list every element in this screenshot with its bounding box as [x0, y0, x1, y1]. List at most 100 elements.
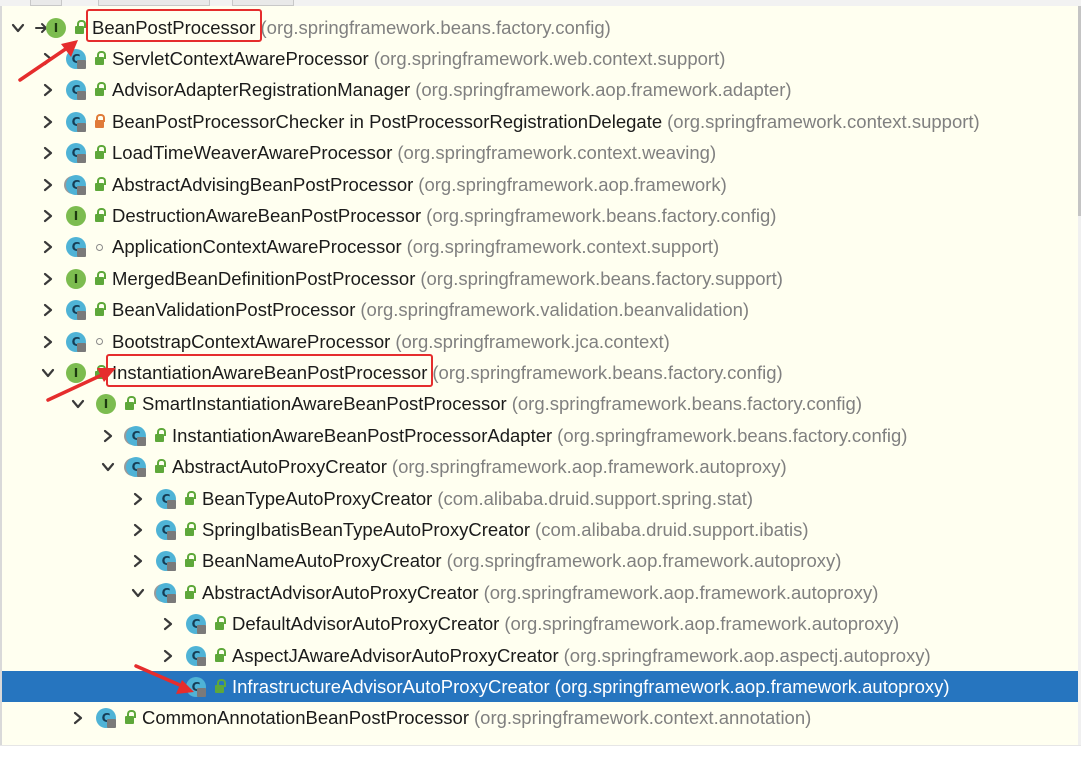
tree-row[interactable]: C AdvisorAdapterRegistrationManager (org.s… — [2, 75, 1078, 106]
chevron-down-icon[interactable] — [128, 583, 148, 603]
chevron-right-icon[interactable] — [38, 143, 58, 163]
class-icon: C — [64, 330, 90, 354]
class-name: MergedBeanDefinitionPostProcessor — [112, 267, 416, 289]
public-visibility-icon — [92, 302, 106, 318]
public-visibility-icon — [152, 459, 166, 475]
public-visibility-icon — [92, 207, 106, 224]
chevron-right-icon[interactable] — [38, 300, 58, 320]
interface-icon: I — [64, 204, 90, 228]
tree-row[interactable]: C BeanValidationPostProcessor (org.springf… — [2, 295, 1078, 326]
tree-row[interactable]: C AbstractAutoProxyCreator (org.springfram… — [2, 452, 1078, 483]
tree-row[interactable]: I SmartInstantiationAwareBeanPostProcesso… — [2, 389, 1078, 420]
class-icon: C — [94, 706, 120, 730]
package-name: (org.springframework.context.support) — [406, 236, 720, 258]
chevron-right-icon[interactable] — [128, 551, 148, 571]
tree-row[interactable]: C ApplicationContextAwareProcessor (org.sp… — [2, 232, 1078, 263]
package-name: (org.springframework.web.context.support… — [373, 47, 726, 69]
class-name: AbstractAdvisingBeanPostProcessor — [112, 173, 414, 195]
tree-row[interactable]: C AbstractAdvisingBeanPostProcessor (org.s… — [2, 169, 1078, 200]
annotation-arrow — [134, 664, 194, 694]
package-name: (org.springframework.aop.framework.autop… — [446, 550, 842, 572]
chevron-right-icon[interactable] — [38, 332, 58, 352]
class-name: DefaultAdvisorAutoProxyCreator — [232, 613, 500, 635]
package-name: (org.springframework.aop.framework.autop… — [504, 613, 900, 635]
panel-bottom — [0, 745, 1081, 771]
class-icon: C — [184, 612, 210, 636]
readonly-lock-icon — [167, 530, 176, 540]
readonly-lock-icon — [77, 311, 86, 321]
tree-row[interactable]: C BeanPostProcessorChecker in PostProcess… — [2, 106, 1078, 137]
package-name: (org.springframework.aop.framework.adapt… — [415, 79, 792, 101]
package-name: (org.springframework.beans.factory.confi… — [557, 424, 908, 446]
chevron-right-icon[interactable] — [68, 708, 88, 728]
chevron-right-icon[interactable] — [128, 489, 148, 509]
readonly-lock-icon — [197, 625, 206, 635]
interface-icon: I — [64, 267, 90, 291]
tree-row[interactable]: C LoadTimeWeaverAwareProcessor (org.spring… — [2, 138, 1078, 169]
readonly-lock-icon — [137, 436, 146, 446]
tree-row[interactable]: C BootstrapContextAwareProcessor (org.spri… — [2, 326, 1078, 357]
package-name: (org.springframework.beans.factory.confi… — [426, 204, 777, 226]
package-name: (org.springframework.beans.factory.confi… — [432, 361, 783, 383]
public-visibility-icon — [92, 82, 106, 98]
chevron-right-icon[interactable] — [38, 206, 58, 226]
class-name: SpringIbatisBeanTypeAutoProxyCreator — [202, 518, 531, 540]
tree-row[interactable]: C SpringIbatisBeanTypeAutoProxyCreator (co… — [2, 514, 1078, 545]
package-name: (org.springframework.aop.framework.autop… — [554, 675, 950, 697]
package-name: (org.springframework.beans.factory.suppo… — [420, 267, 783, 289]
tree-row[interactable]: C ServletContextAwareProcessor (org.spring… — [2, 43, 1078, 74]
readonly-lock-icon — [107, 719, 116, 729]
class-name: BeanPostProcessorChecker in PostProcesso… — [112, 110, 663, 132]
tree-row[interactable]: I MergedBeanDefinitionPostProcessor (org.s… — [2, 263, 1078, 294]
class-icon: C — [154, 487, 180, 511]
tree-row[interactable]: C BeanNameAutoProxyCreator (org.springfram… — [2, 546, 1078, 577]
class-icon: C — [64, 141, 90, 165]
readonly-lock-icon — [77, 91, 86, 101]
chevron-right-icon[interactable] — [38, 237, 58, 257]
tree-row[interactable]: C InstantiationAwareBeanPostProcessorAdap… — [2, 420, 1078, 451]
class-icon: C — [154, 518, 180, 542]
package-name: (com.alibaba.druid.support.ibatis) — [535, 518, 809, 540]
tree-row[interactable]: C BeanTypeAutoProxyCreator (com.alibaba.dr… — [2, 483, 1078, 514]
package-name: (org.springframework.aop.framework) — [418, 173, 727, 195]
tree-row[interactable]: C DefaultAdvisorAutoProxyCreator (org.spri… — [2, 609, 1078, 640]
class-icon: C — [64, 110, 90, 134]
class-name: ServletContextAwareProcessor — [112, 47, 369, 69]
chevron-down-icon[interactable] — [8, 18, 28, 38]
class-name: AspectJAwareAdvisorAutoProxyCreator — [232, 644, 559, 666]
chevron-down-icon[interactable] — [98, 457, 118, 477]
chevron-right-icon[interactable] — [38, 112, 58, 132]
chevron-right-icon[interactable] — [128, 520, 148, 540]
class-name: BootstrapContextAwareProcessor — [112, 330, 391, 352]
readonly-lock-icon — [167, 562, 176, 572]
package-name: (org.springframework.jca.context) — [395, 330, 670, 352]
annotation-arrow — [18, 40, 78, 82]
tree-row[interactable]: C CommonAnnotationBeanPostProcessor (org.s… — [2, 703, 1078, 734]
package-name: (org.springframework.context.support) — [667, 110, 980, 132]
package-name: (org.springframework.beans.factory.confi… — [511, 393, 862, 415]
class-name: AbstractAutoProxyCreator — [172, 456, 387, 478]
public-visibility-icon — [92, 50, 106, 67]
package-name: (org.springframework.aop.aspectj.autopro… — [563, 644, 931, 666]
chevron-right-icon[interactable] — [158, 614, 178, 634]
class-name: BeanValidationPostProcessor — [112, 299, 356, 321]
tree-row[interactable]: C AbstractAdvisorAutoProxyCreator (org.spr… — [2, 577, 1078, 608]
class-icon: C — [64, 235, 90, 259]
package-visibility-icon — [92, 239, 106, 255]
class-name: InstantiationAwareBeanPostProcessorAdapt… — [172, 424, 553, 446]
class-name: InfrastructureAdvisorAutoProxyCreator — [232, 675, 550, 697]
package-name: (org.springframework.aop.framework.autop… — [483, 581, 879, 603]
public-visibility-icon — [182, 584, 196, 601]
class-name: ApplicationContextAwareProcessor — [112, 236, 402, 258]
type-badge: I — [46, 17, 66, 38]
chevron-right-icon[interactable] — [38, 269, 58, 289]
chevron-right-icon[interactable] — [38, 175, 58, 195]
chevron-right-icon[interactable] — [98, 426, 118, 446]
public-visibility-icon — [182, 521, 196, 538]
class-name: AbstractAdvisorAutoProxyCreator — [202, 581, 479, 603]
class-name: LoadTimeWeaverAwareProcessor — [112, 142, 393, 164]
package-name: (org.springframework.validation.beanvali… — [360, 299, 750, 321]
tree-row[interactable]: I DestructionAwareBeanPostProcessor (org.s… — [2, 200, 1078, 231]
public-visibility-icon — [92, 145, 106, 161]
public-visibility-icon — [212, 678, 226, 695]
